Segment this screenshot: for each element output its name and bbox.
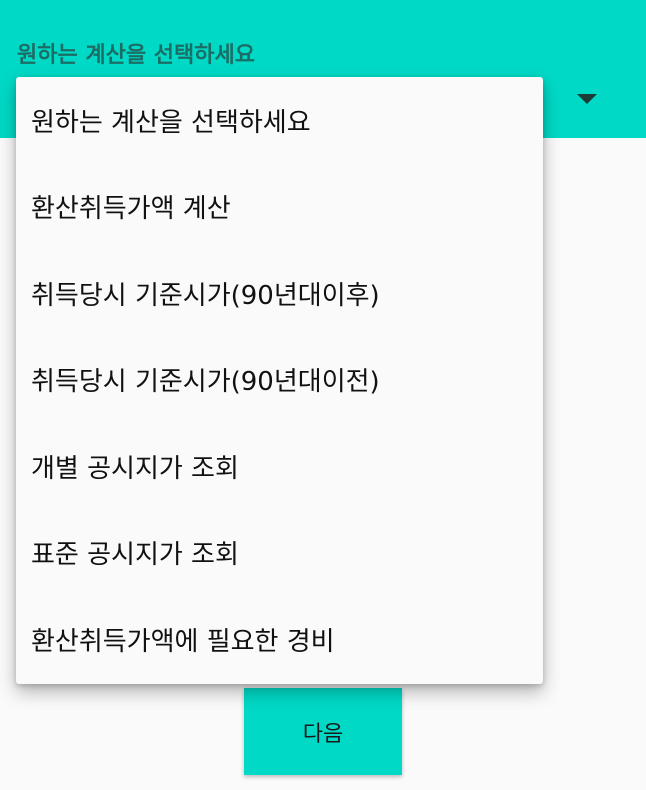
next-button[interactable]: 다음 [244, 688, 402, 775]
menu-item-converted-acquisition-price[interactable]: 환산취득가액 계산 [16, 163, 543, 249]
triangle-down-icon[interactable] [577, 94, 597, 104]
spinner-prompt-title: 원하는 계산을 선택하세요 [17, 43, 255, 68]
menu-item-select-prompt[interactable]: 원하는 계산을 선택하세요 [16, 77, 543, 163]
menu-item-required-expenses[interactable]: 환산취득가액에 필요한 경비 [16, 596, 543, 682]
menu-item-standard-land-price[interactable]: 표준 공시지가 조회 [16, 509, 543, 595]
menu-item-standard-price-after-90s[interactable]: 취득당시 기준시가(90년대이후) [16, 250, 543, 336]
menu-item-standard-price-before-90s[interactable]: 취득당시 기준시가(90년대이전) [16, 336, 543, 422]
calculation-dropdown-menu: 원하는 계산을 선택하세요 환산취득가액 계산 취득당시 기준시가(90년대이후… [16, 77, 543, 684]
menu-item-individual-land-price[interactable]: 개별 공시지가 조회 [16, 423, 543, 509]
